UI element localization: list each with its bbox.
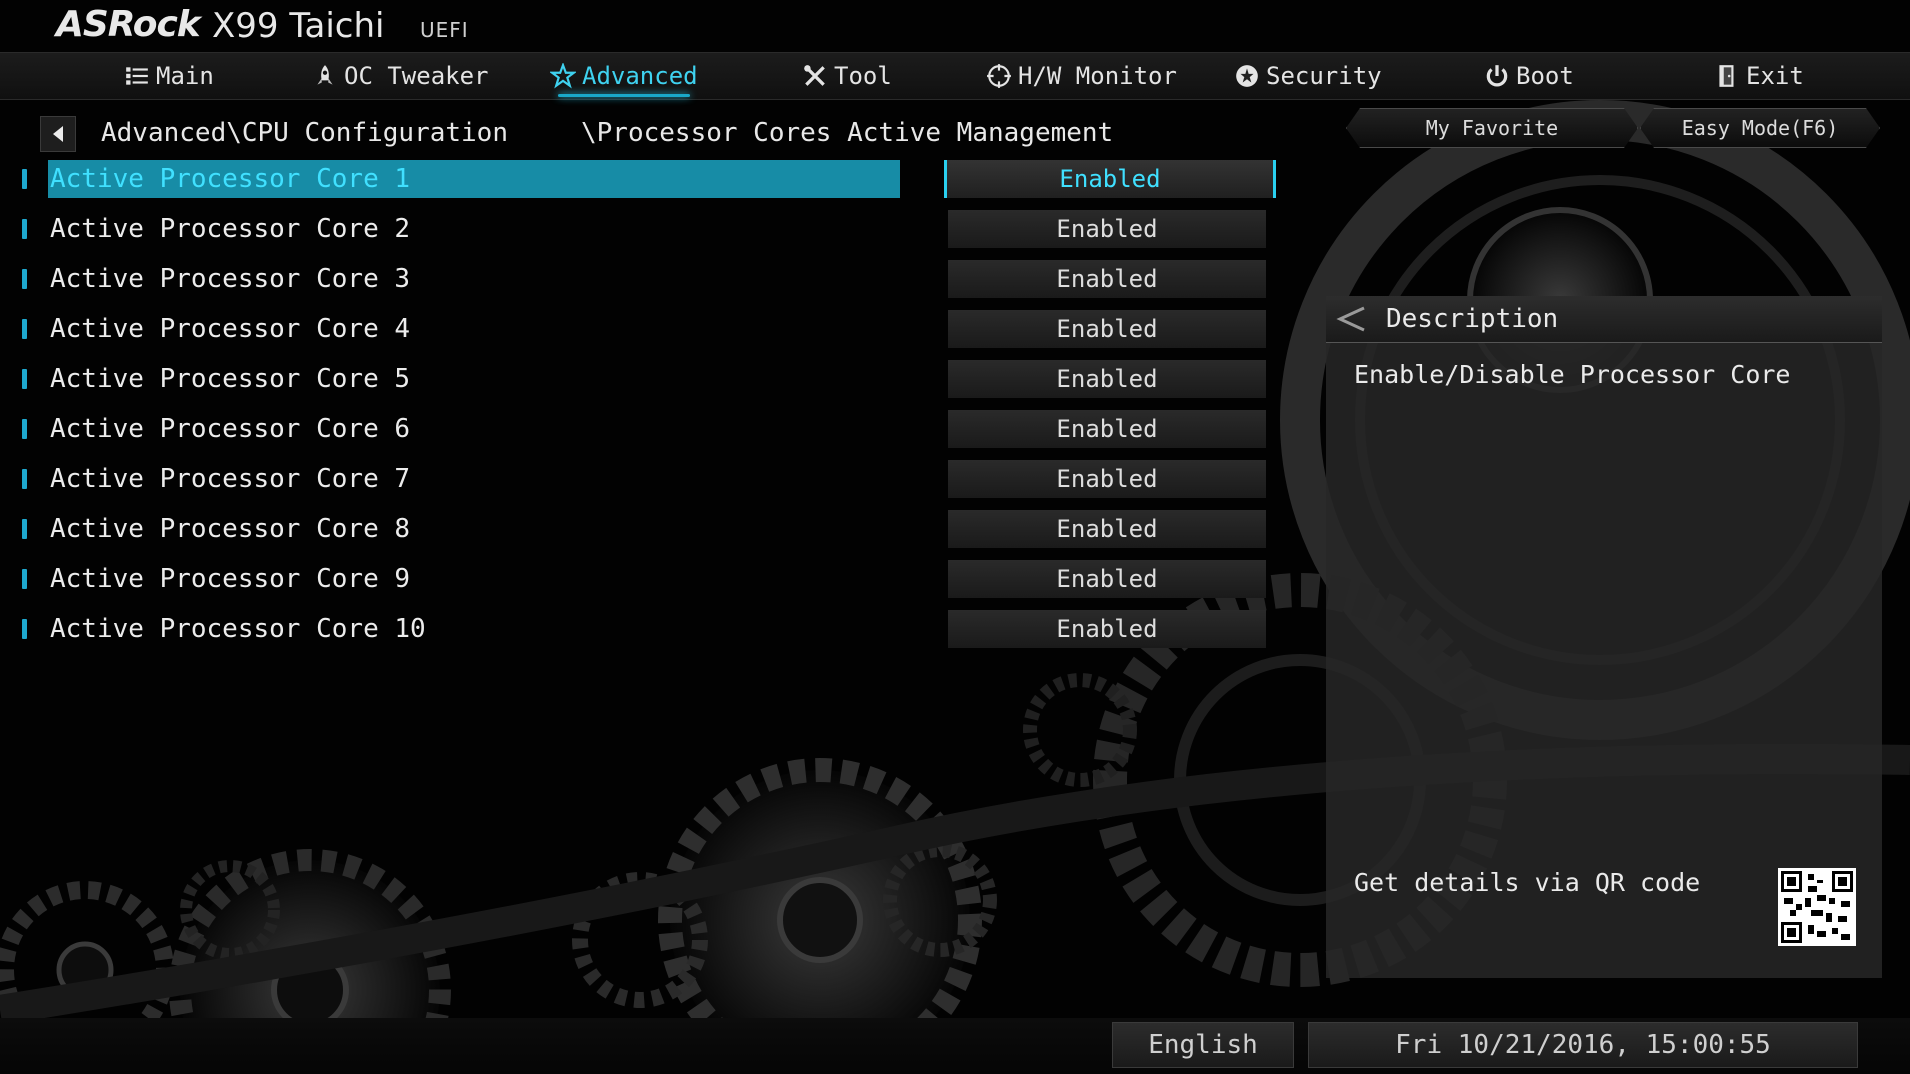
tab-oc-tweaker[interactable]: OC Tweaker xyxy=(312,53,489,99)
tab-label: Tool xyxy=(834,62,892,90)
chevron-left-icon xyxy=(53,126,63,142)
row-marker xyxy=(22,469,27,489)
qr-code-image xyxy=(1778,868,1856,946)
tab-tool[interactable]: Tool xyxy=(802,53,892,99)
setting-label[interactable]: Active Processor Core 7 xyxy=(48,460,900,498)
setting-label[interactable]: Active Processor Core 4 xyxy=(48,310,900,348)
setting-label[interactable]: Active Processor Core 6 xyxy=(48,410,900,448)
tab-exit[interactable]: Exit xyxy=(1714,53,1804,99)
exit-door-icon xyxy=(1719,65,1734,87)
setting-label[interactable]: Active Processor Core 10 xyxy=(48,610,900,648)
status-bar: English Fri 10/21/2016, 15:00:55 xyxy=(0,1018,1910,1074)
setting-label[interactable]: Active Processor Core 5 xyxy=(48,360,900,398)
setting-row[interactable]: Active Processor Core 10 Enabled xyxy=(0,610,1290,650)
power-icon xyxy=(1486,65,1508,87)
row-marker xyxy=(22,219,27,239)
tab-label: Main xyxy=(156,62,214,90)
setting-value-dropdown[interactable]: Enabled xyxy=(948,510,1266,548)
setting-value-dropdown[interactable]: Enabled xyxy=(948,610,1266,648)
description-header: Description xyxy=(1326,296,1882,343)
tab-hw-monitor[interactable]: H/W Monitor xyxy=(986,53,1177,99)
qr-code-icon xyxy=(1781,871,1853,943)
tab-label: Advanced xyxy=(582,62,698,90)
row-marker xyxy=(22,319,27,339)
setting-row[interactable]: Active Processor Core 5 Enabled xyxy=(0,360,1290,400)
board-model: X99 Taichi xyxy=(212,6,385,46)
easy-mode-label: Easy Mode(F6) xyxy=(1681,116,1839,140)
setting-row[interactable]: Active Processor Core 6 Enabled xyxy=(0,410,1290,450)
breadcrumb-path: Advanced\CPU Configuration xyxy=(101,118,508,148)
setting-label[interactable]: Active Processor Core 3 xyxy=(48,260,900,298)
tab-label: OC Tweaker xyxy=(344,62,489,90)
setting-value-dropdown[interactable]: Enabled xyxy=(948,460,1266,498)
setting-value-dropdown[interactable]: Enabled xyxy=(944,160,1276,198)
setting-row[interactable]: Active Processor Core 3 Enabled xyxy=(0,260,1290,300)
setting-row[interactable]: Active Processor Core 9 Enabled xyxy=(0,560,1290,600)
row-marker xyxy=(22,569,27,589)
description-panel: Description Enable/Disable Processor Cor… xyxy=(1326,296,1882,978)
row-marker xyxy=(22,169,27,189)
setting-value-dropdown[interactable]: Enabled xyxy=(948,310,1266,348)
setting-value-dropdown[interactable]: Enabled xyxy=(948,210,1266,248)
my-favorite-label: My Favorite xyxy=(1425,116,1559,140)
setting-value-dropdown[interactable]: Enabled xyxy=(948,410,1266,448)
description-text: Enable/Disable Processor Core xyxy=(1354,360,1791,389)
setting-row[interactable]: Active Processor Core 2 Enabled xyxy=(0,210,1290,250)
setting-label[interactable]: Active Processor Core 2 xyxy=(48,210,900,248)
setting-label[interactable]: Active Processor Core 9 xyxy=(48,560,900,598)
main-nav: Main OC Tweaker Advanced Tool H/W Monito… xyxy=(0,52,1910,100)
setting-row[interactable]: Active Processor Core 4 Enabled xyxy=(0,310,1290,350)
list-icon xyxy=(126,67,148,85)
tab-boot[interactable]: Boot xyxy=(1484,53,1574,99)
row-marker xyxy=(22,619,27,639)
setting-value-dropdown[interactable]: Enabled xyxy=(948,360,1266,398)
asrock-logo: ASRock xyxy=(56,4,201,45)
bios-header: ASRock X99 Taichi UEFI xyxy=(0,0,1910,52)
setting-row[interactable]: Active Processor Core 1 Enabled xyxy=(0,160,1290,200)
setting-label[interactable]: Active Processor Core 1 xyxy=(48,160,900,198)
tab-label: Boot xyxy=(1516,62,1574,90)
back-button[interactable] xyxy=(40,116,76,152)
my-favorite-button[interactable]: My Favorite xyxy=(1346,108,1638,148)
chevron-corner-icon xyxy=(1336,306,1365,332)
row-marker xyxy=(22,419,27,439)
breadcrumb-subpage: \Processor Cores Active Management xyxy=(581,118,1114,148)
tab-main[interactable]: Main xyxy=(124,53,214,99)
rocket-icon xyxy=(317,65,333,85)
setting-label[interactable]: Active Processor Core 8 xyxy=(48,510,900,548)
setting-row[interactable]: Active Processor Core 8 Enabled xyxy=(0,510,1290,550)
tab-security[interactable]: Security xyxy=(1234,53,1382,99)
row-marker xyxy=(22,269,27,289)
easy-mode-button[interactable]: Easy Mode(F6) xyxy=(1640,108,1880,148)
setting-value-dropdown[interactable]: Enabled xyxy=(948,560,1266,598)
shield-icon xyxy=(1236,65,1258,87)
uefi-label: UEFI xyxy=(420,18,469,42)
row-marker xyxy=(22,519,27,539)
tools-icon xyxy=(804,65,825,86)
setting-value-dropdown[interactable]: Enabled xyxy=(948,260,1266,298)
tab-advanced[interactable]: Advanced xyxy=(550,53,698,99)
crosshair-icon xyxy=(987,64,1011,88)
tab-label: H/W Monitor xyxy=(1018,62,1177,90)
datetime-display: Fri 10/21/2016, 15:00:55 xyxy=(1308,1022,1858,1068)
qr-code-caption: Get details via QR code xyxy=(1354,868,1701,897)
tab-label: Exit xyxy=(1746,62,1804,90)
row-marker xyxy=(22,369,27,389)
tab-label: Security xyxy=(1266,62,1382,90)
star-icon xyxy=(550,63,576,89)
description-title: Description xyxy=(1386,304,1559,334)
setting-row[interactable]: Active Processor Core 7 Enabled xyxy=(0,460,1290,500)
language-selector[interactable]: English xyxy=(1112,1022,1294,1068)
